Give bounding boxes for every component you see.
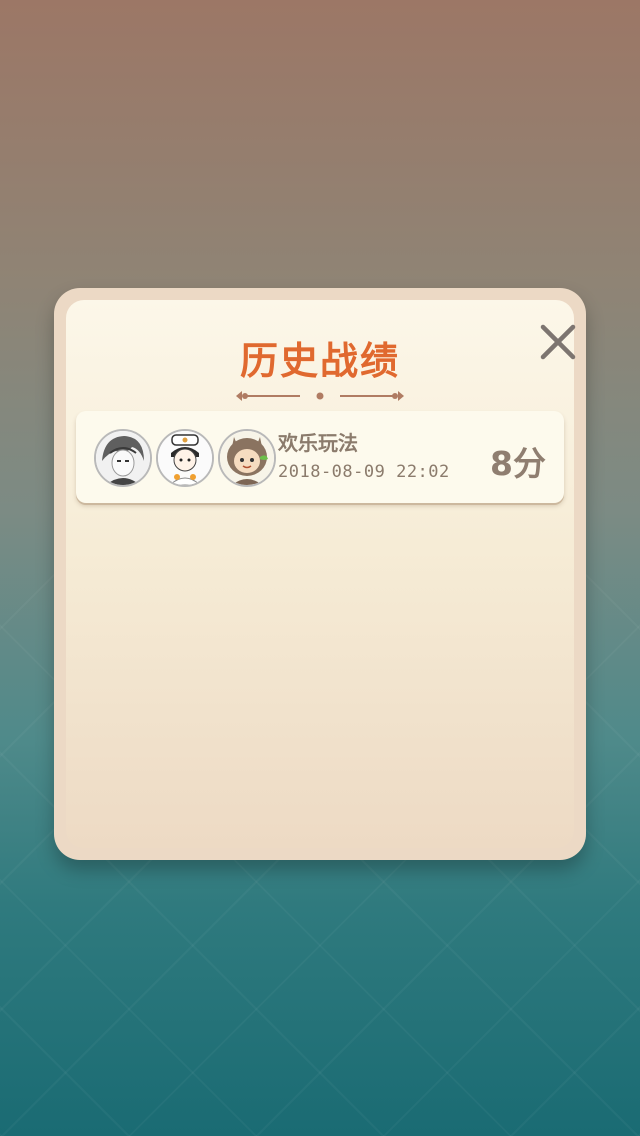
history-dialog: 历史战绩 欢乐玩法 2018-08-09 22:02 8分	[54, 288, 586, 860]
player-avatar-3	[218, 429, 276, 487]
player-avatar-1	[94, 429, 152, 487]
record-score: 8分	[490, 444, 546, 483]
chef-boy-avatar	[158, 431, 212, 485]
history-record-row[interactable]: 欢乐玩法 2018-08-09 22:02 8分	[76, 411, 564, 503]
hooded-monkey-avatar	[220, 431, 274, 485]
gray-hair-boy-avatar	[96, 431, 150, 485]
title-divider-icon	[236, 391, 404, 401]
game-mode-label: 欢乐玩法	[278, 431, 358, 455]
close-icon	[540, 324, 576, 360]
record-datetime: 2018-08-09 22:02	[278, 462, 450, 482]
dialog-title: 历史战绩	[239, 339, 400, 383]
player-avatar-2	[156, 429, 214, 487]
close-button[interactable]	[538, 322, 578, 362]
dialog-content: 历史战绩 欢乐玩法 2018-08-09 22:02 8分	[66, 300, 576, 848]
